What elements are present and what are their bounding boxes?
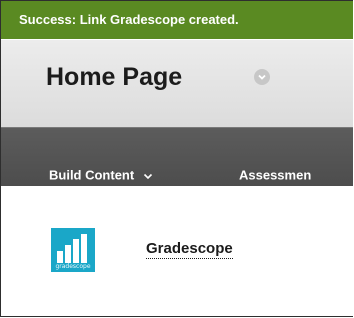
success-notification: Success: Link Gradescope created. (1, 1, 353, 39)
success-message: Success: Link Gradescope created. (19, 12, 239, 27)
assessments-menu[interactable]: Assessmen (239, 168, 311, 183)
assessments-label: Assessmen (239, 167, 312, 183)
build-content-label: Build Content (49, 167, 135, 183)
gradescope-link[interactable]: Gradescope (146, 240, 233, 259)
chevron-down-icon (258, 74, 266, 80)
chevron-down-icon (143, 173, 152, 179)
gradescope-logo-icon: gradescope (51, 228, 95, 272)
app-frame: Success: Link Gradescope created. Home P… (0, 0, 353, 317)
page-options-button[interactable] (254, 69, 270, 85)
build-content-menu[interactable]: Build Content (49, 168, 153, 183)
logo-wordmark: gradescope (55, 263, 91, 270)
page-title: Home Page (46, 63, 183, 91)
